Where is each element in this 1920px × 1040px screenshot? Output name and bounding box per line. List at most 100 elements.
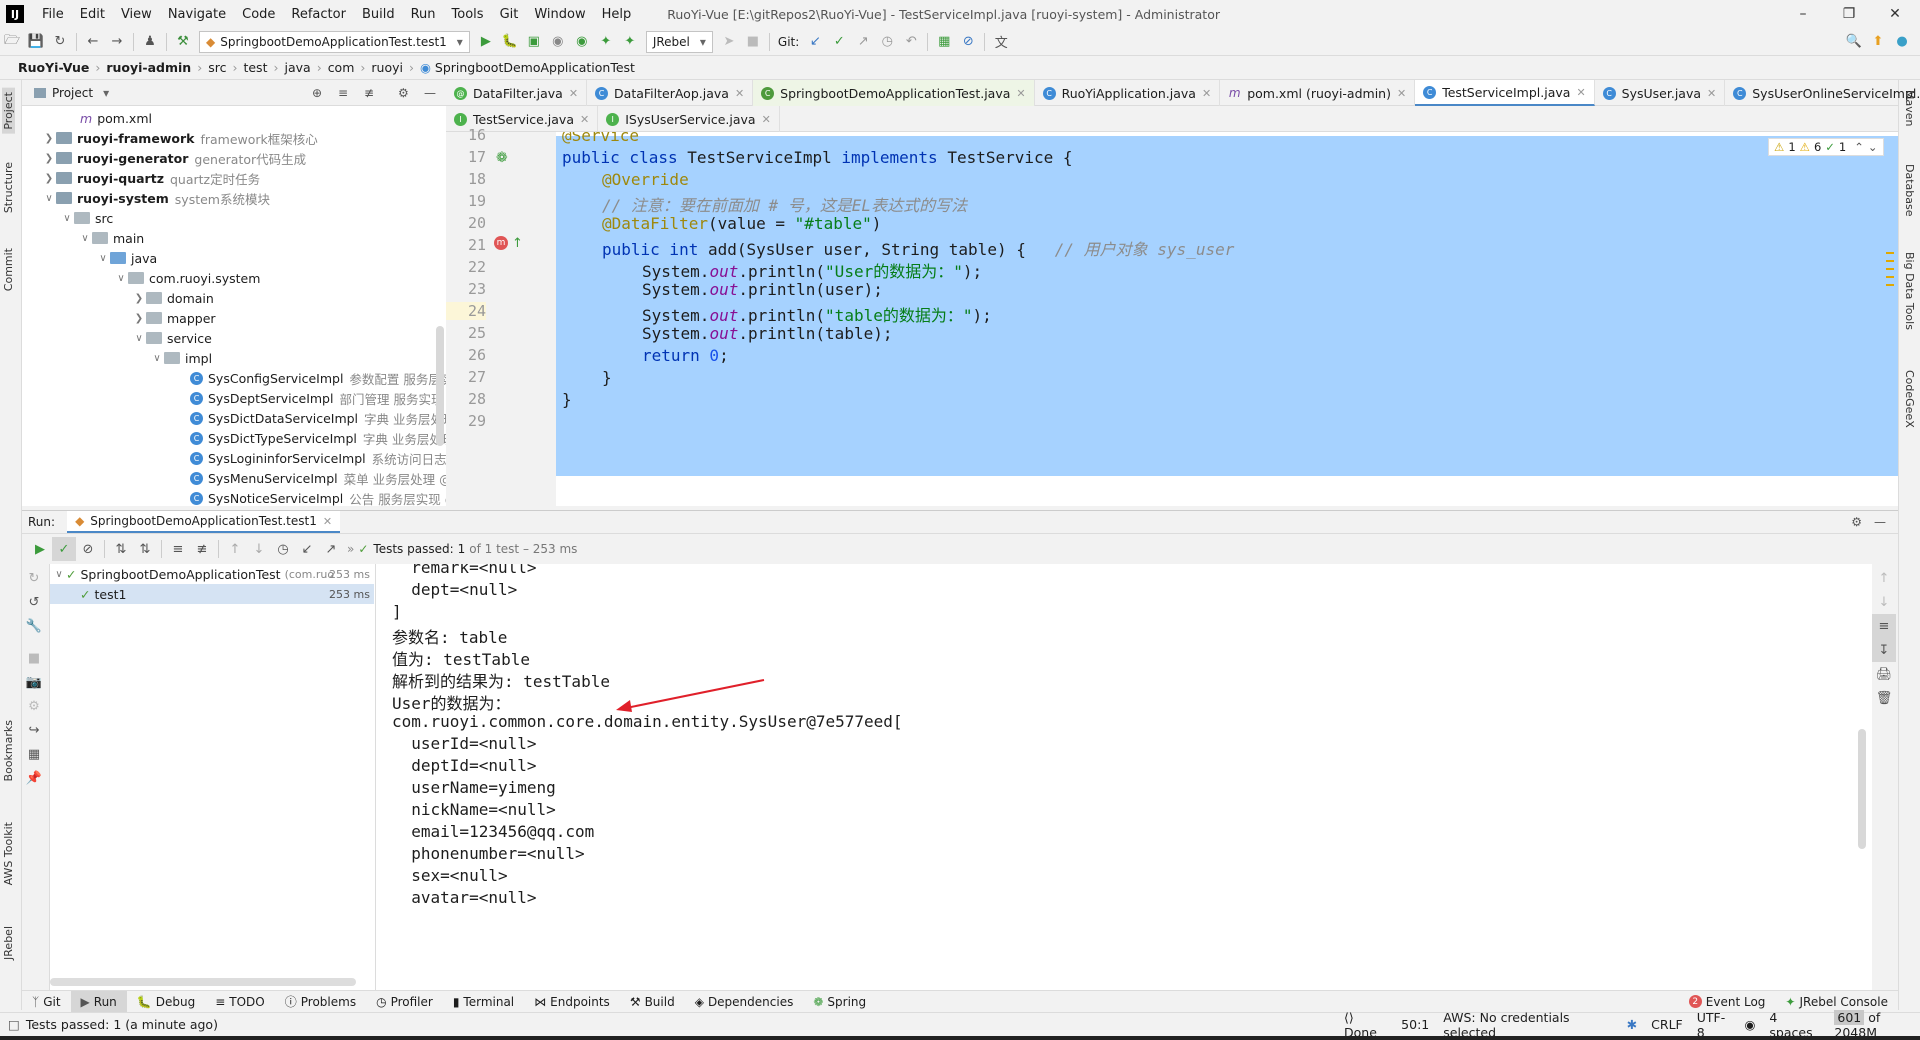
history-icon[interactable]: ◷ [271,537,295,561]
down-stack-icon[interactable]: ↓ [1872,590,1896,614]
update-running-icon[interactable]: ➤ [717,30,741,54]
pin-icon[interactable]: 📌 [22,766,46,790]
wrench-icon[interactable]: 🔧 [22,614,46,638]
tab-dependencies[interactable]: ◈ Dependencies [685,991,804,1013]
crumb-ruoyi[interactable]: ruoyi [365,60,409,75]
menu-run[interactable]: Run [403,7,444,22]
menu-edit[interactable]: Edit [72,7,113,22]
crumb-project[interactable]: RuoYi-Vue [12,60,95,75]
layout-toggle-icon[interactable]: □ [8,1017,20,1032]
maximize-button[interactable]: ❐ [1826,0,1872,28]
console-scrollbar[interactable] [1858,729,1866,849]
debug-icon[interactable]: 🐛 [498,30,522,54]
tab-problems[interactable]: ⓘ Problems [275,991,366,1013]
close-tab-icon[interactable]: ✕ [735,87,744,100]
forward-icon[interactable]: → [105,30,129,54]
tab-terminal[interactable]: ▮ Terminal [443,991,524,1013]
tree-item-ruoyi-system[interactable]: ∨ ruoyi-system system系统模块 [42,188,270,208]
next-icon[interactable]: ↓ [247,537,271,561]
translate-icon[interactable]: 文 [989,30,1013,54]
cursor-position[interactable]: 50:1 [1401,1017,1429,1032]
tree-item-domain[interactable]: ❯ domain [132,288,214,308]
menu-code[interactable]: Code [234,7,283,22]
tab-profiler[interactable]: ◷ Profiler [366,991,443,1013]
inspection-widget[interactable]: ⚠ 1 ⚠ 6 ✓ 1 ⌃ ⌄ [1768,138,1884,156]
crumb-src[interactable]: src [202,60,232,75]
tab-run[interactable]: ▶ Run [70,990,127,1013]
stop-icon[interactable]: ■ [22,646,46,670]
crumb-java[interactable]: java [278,60,316,75]
import-icon[interactable]: ↙ [295,537,319,561]
code-editor[interactable]: @Service public class TestServiceImpl im… [556,132,1898,506]
hide-icon[interactable]: — [1874,515,1886,529]
crumb-test[interactable]: test [237,60,273,75]
settings-icon[interactable]: ⚙ [22,694,46,718]
close-window-button[interactable]: ✕ [1872,0,1918,28]
run-configuration-select[interactable]: ◆ SpringbootDemoApplicationTest.test1 ▾ [199,30,470,53]
build-hammer-icon[interactable]: ⚒ [171,30,195,54]
tree-item-main[interactable]: ∨ main [78,228,144,248]
tool-commit[interactable]: Commit [2,248,15,291]
tree-item-class[interactable]: C SysDictTypeServiceImpl 字典 业务层处理 [190,428,446,448]
close-tab-icon[interactable]: ✕ [1397,87,1406,100]
close-tab-icon[interactable]: ✕ [569,87,578,100]
tree-item-class[interactable]: C SysNoticeServiceImpl 公告 服务层实现 @ [190,488,446,506]
show-passed-icon[interactable]: ✓ [52,537,76,561]
close-tab-icon[interactable]: ✕ [1707,87,1716,100]
collapse-all-icon[interactable]: ≢ [190,537,214,561]
close-tab-icon[interactable]: ✕ [580,113,589,126]
aws-status[interactable]: AWS: No credentials selected [1443,1010,1612,1040]
trash-icon[interactable]: 🗑 [1872,686,1896,710]
gear-icon[interactable]: ⚙ [1851,515,1862,529]
coverage-icon[interactable]: ▣ [522,30,546,54]
tree-item-package[interactable]: ∨ com.ruoyi.system [114,268,260,288]
tab-sysuseronlineserviceimpl[interactable]: CSysUserOnlineServiceImpl.java✕ [1725,80,1920,106]
chevron-down-icon[interactable]: ⌄ [1868,140,1878,154]
tab-isysuserservice[interactable]: I ISysUserService.java ✕ [598,106,780,132]
run-tab[interactable]: ◆ SpringbootDemoApplicationTest.test1 ✕ [67,511,341,533]
user-icon[interactable]: ♟ [138,30,162,54]
tab-ruoyiapplication[interactable]: C RuoYiApplication.java ✕ [1035,80,1221,106]
toggle-auto-test-icon[interactable]: ↺ [22,590,46,614]
implements-icon[interactable]: ↑ [512,236,523,251]
tool-structure[interactable]: Structure [2,162,15,213]
tool-codegeex[interactable]: CodeGeeX [1903,370,1916,428]
stop-icon[interactable]: ■ [741,30,765,54]
back-icon[interactable]: ← [81,30,105,54]
tree-item-java[interactable]: ∨ java [96,248,157,268]
tab-pom-ruoyi-admin[interactable]: m pom.xml (ruoyi-admin) ✕ [1220,80,1416,106]
tree-item-pom[interactable]: m pom.xml [80,108,152,128]
save-all-icon[interactable]: 💾 [24,30,48,54]
export-icon[interactable]: ↗ [319,537,343,561]
close-tab-icon[interactable]: ✕ [1016,87,1025,100]
more-run-icon[interactable]: ◉ [570,30,594,54]
menu-refactor[interactable]: Refactor [283,7,354,22]
test-case-row[interactable]: ✓ test1 253 ms [50,584,374,604]
menu-navigate[interactable]: Navigate [160,7,234,22]
tree-item-class[interactable]: C SysDeptServiceImpl 部门管理 服务实现 [190,388,443,408]
status-message[interactable]: Tests passed: 1 (a minute ago) [26,1017,218,1032]
close-tab-icon[interactable]: ✕ [323,515,332,528]
jrebel-select[interactable]: JRebel ▾ [645,30,713,53]
search-icon[interactable]: 🔍 [1842,30,1866,54]
chevron-up-icon[interactable]: ⌃ [1854,140,1864,154]
show-ignored-icon[interactable]: ⊘ [76,537,100,561]
tool-big-data-tools[interactable]: Big Data Tools [1903,252,1916,330]
updates-icon[interactable]: ⬆ [1866,30,1890,54]
jrebel-run-icon[interactable]: ✦ [594,30,618,54]
tree-item-impl[interactable]: ∨ impl [150,348,212,368]
menu-tools[interactable]: Tools [444,7,492,22]
git-push-icon[interactable]: ↗ [851,30,875,54]
tree-item-class[interactable]: C SysDictDataServiceImpl 字典 业务层处理 [190,408,446,428]
tab-git[interactable]: ᛉ Git [22,991,71,1013]
tab-endpoints[interactable]: ⋈ Endpoints [524,991,620,1013]
sync-icon[interactable]: ↻ [48,30,72,54]
tab-debug[interactable]: 🐛 Debug [127,991,205,1013]
tree-item-src[interactable]: ∨ src [60,208,113,228]
project-panel-title[interactable]: Project [52,86,93,100]
tree-scrollbar[interactable] [50,978,356,986]
tree-item-class[interactable]: C SysConfigServiceImpl 参数配置 服务层实现 [190,368,446,388]
crumb-module[interactable]: ruoyi-admin [100,60,197,75]
tool-project[interactable]: Project [2,88,15,134]
rollback-icon[interactable]: ↶ [899,30,923,54]
